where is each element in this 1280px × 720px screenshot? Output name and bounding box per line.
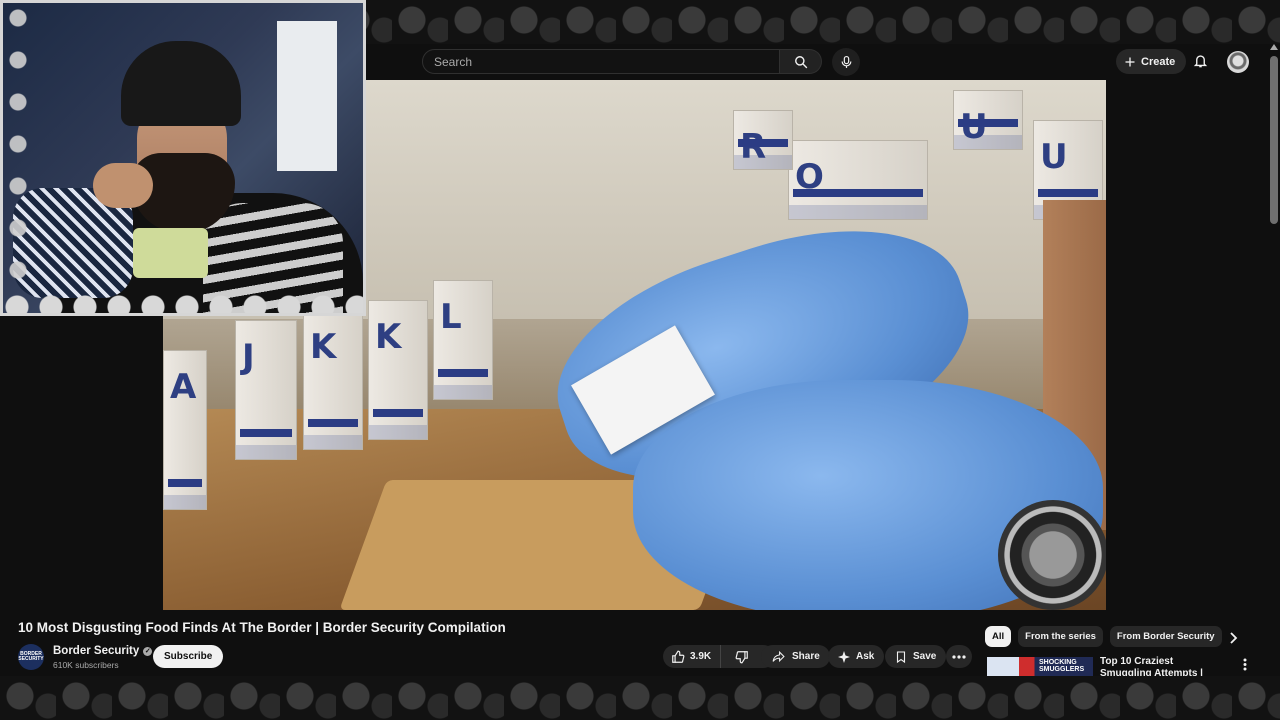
search-input[interactable] xyxy=(423,50,779,73)
voice-search-button[interactable] xyxy=(832,48,860,76)
youtube-header: Create xyxy=(366,44,1280,80)
chevron-right-icon xyxy=(1230,632,1238,644)
ask-label: Ask xyxy=(856,651,875,662)
skull-overlay-bottom xyxy=(0,676,1280,720)
chip-from-the-series[interactable]: From the series xyxy=(1018,626,1103,647)
account-avatar[interactable] xyxy=(1227,51,1249,73)
more-horizontal-icon xyxy=(952,654,966,659)
search-box[interactable] xyxy=(422,49,780,74)
more-actions-button[interactable] xyxy=(946,645,972,668)
cam-skull-frame-bottom xyxy=(3,293,363,313)
like-count: 3.9K xyxy=(690,651,712,662)
dislike-button[interactable] xyxy=(727,645,757,668)
video-box: K xyxy=(303,310,363,450)
bookmark-icon xyxy=(896,650,906,663)
bell-icon xyxy=(1193,55,1207,68)
create-label: Create xyxy=(1141,55,1176,68)
like-dislike-group: 3.9K xyxy=(663,645,775,668)
thumbs-up-icon xyxy=(672,650,685,663)
box-letter: K xyxy=(375,317,402,357)
channel-name[interactable]: Border Security ✓ xyxy=(53,645,153,657)
video-info-bar: 10 Most Disgusting Food Finds At The Bor… xyxy=(0,610,1280,676)
microphone-icon xyxy=(841,55,851,68)
cam-drink xyxy=(133,228,208,278)
video-box: O xyxy=(788,140,928,220)
scroll-up-icon[interactable] xyxy=(1270,44,1278,50)
ask-button[interactable]: Ask xyxy=(828,645,885,668)
save-button[interactable]: Save xyxy=(885,645,947,668)
search-button[interactable] xyxy=(780,49,822,74)
webcam-overlay xyxy=(0,0,366,316)
video-scene-watch xyxy=(998,500,1106,610)
subscribe-button[interactable]: Subscribe xyxy=(153,645,224,668)
thumbnail-text: SHOCKING SMUGGLERS xyxy=(1039,659,1085,673)
subscriber-count: 610K subscribers xyxy=(53,660,119,670)
cam-beanie xyxy=(121,41,241,126)
scrollbar-thumb[interactable] xyxy=(1270,56,1278,224)
channel-avatar[interactable]: BORDER SECURITY xyxy=(18,644,44,670)
page-scrollbar[interactable] xyxy=(1268,44,1280,676)
like-button[interactable]: 3.9K xyxy=(663,645,722,668)
box-letter: U xyxy=(960,107,988,147)
thumbs-down-icon xyxy=(735,650,748,663)
video-box: U xyxy=(953,90,1023,150)
sidebar-area xyxy=(1106,80,1280,610)
video-box: A xyxy=(163,350,207,510)
video-box: J xyxy=(235,320,297,460)
recommendation-thumbnail[interactable]: SHOCKING SMUGGLERS xyxy=(987,657,1093,676)
share-icon xyxy=(772,650,785,663)
video-box: K xyxy=(368,300,428,440)
box-letter: A xyxy=(170,367,197,407)
cam-fridge xyxy=(277,21,337,171)
share-label: Share xyxy=(792,651,820,662)
verified-icon: ✓ xyxy=(143,646,153,656)
plus-icon xyxy=(1125,57,1135,66)
box-letter: U xyxy=(1040,137,1068,177)
box-letter: L xyxy=(440,297,462,337)
more-vertical-icon xyxy=(1243,658,1247,670)
video-box: L xyxy=(433,280,493,400)
recommendation-chips: All From the series From Border Security xyxy=(985,626,1222,647)
box-letter: J xyxy=(242,337,255,377)
video-box: R xyxy=(733,110,793,170)
notifications-button[interactable] xyxy=(1190,51,1210,71)
sparkle-icon xyxy=(838,650,850,663)
search-icon xyxy=(794,55,807,68)
chip-all[interactable]: All xyxy=(985,626,1012,647)
cam-skull-frame-left xyxy=(3,3,33,303)
recommendation-menu-button[interactable] xyxy=(1238,656,1252,672)
cam-hand xyxy=(93,163,153,208)
save-label: Save xyxy=(913,651,937,662)
share-button[interactable]: Share xyxy=(761,645,830,668)
recommendation-title[interactable]: Top 10 Craziest Smuggling Attempts | Par… xyxy=(1100,656,1225,676)
chips-next-button[interactable] xyxy=(1226,630,1242,646)
chip-from-border-security[interactable]: From Border Security xyxy=(1109,626,1222,647)
channel-name-text: Border Security xyxy=(53,645,140,657)
video-title: 10 Most Disgusting Food Finds At The Bor… xyxy=(18,620,506,635)
create-button[interactable]: Create xyxy=(1116,49,1187,74)
box-letter: R xyxy=(740,127,767,167)
box-letter: K xyxy=(310,327,337,367)
